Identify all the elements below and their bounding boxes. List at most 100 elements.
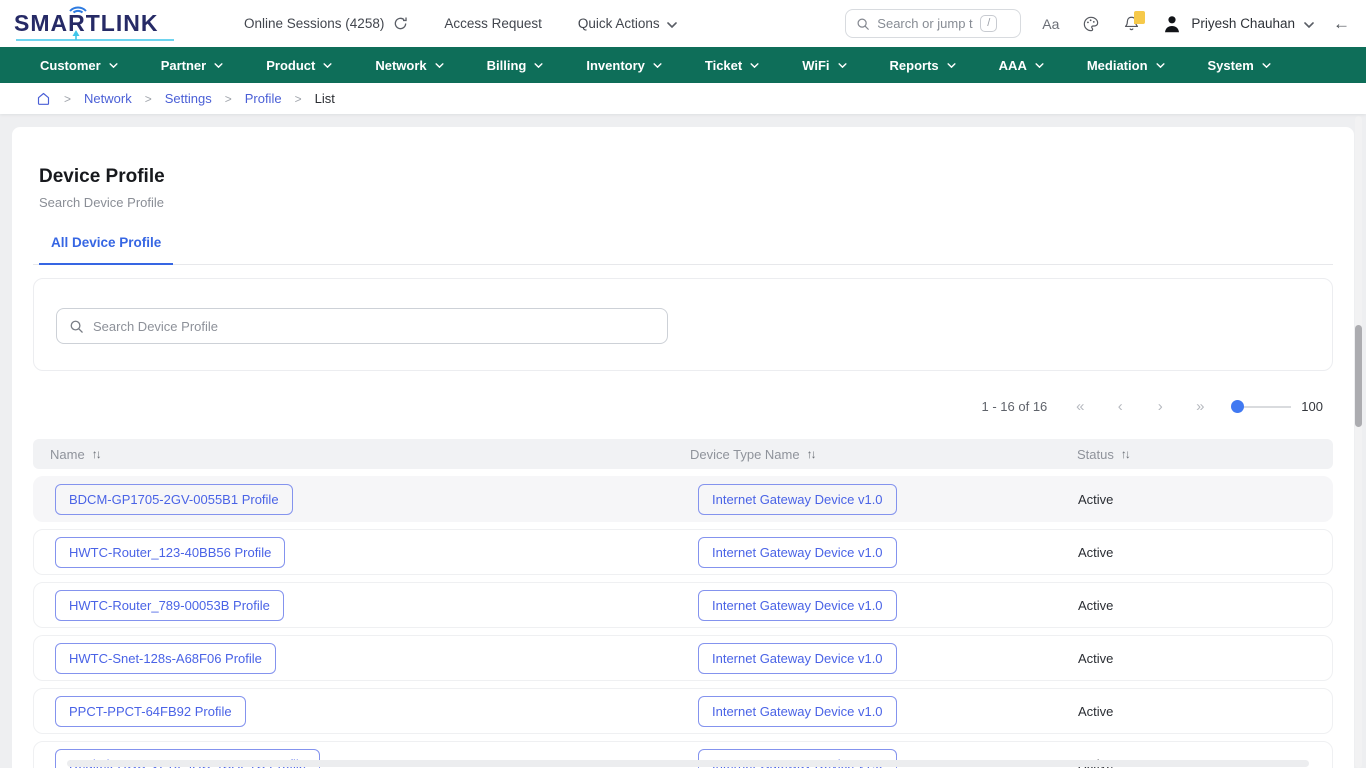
chevron-down-icon	[1304, 22, 1314, 28]
online-sessions[interactable]: Online Sessions (4258)	[244, 16, 408, 31]
name-cell: BDCM-GP1705-2GV-0055B1 Profile	[51, 484, 691, 515]
device-type-button[interactable]: Internet Gateway Device v1.0	[698, 484, 897, 515]
profile-name-button[interactable]: BDCM-GP1705-2GV-0055B1 Profile	[55, 484, 293, 515]
table-row: HWTC-Snet-128s-A68F06 Profile Internet G…	[33, 635, 1333, 681]
row-status: Active	[1078, 651, 1332, 666]
table-row: BDCM-GP1705-2GV-0055B1 Profile Internet …	[33, 476, 1333, 522]
tab-all-device-profile[interactable]: All Device Profile	[39, 235, 173, 265]
chevron-down-icon	[1035, 63, 1044, 68]
user-menu[interactable]: Priyesh Chauhan	[1162, 14, 1314, 34]
profile-name-button[interactable]: HWTC-Router_789-00053B Profile	[55, 590, 284, 621]
device-profile-table: Name ↑↓ Device Type Name ↑↓ Status ↑↓ BD…	[33, 439, 1333, 768]
row-status: Active	[1078, 545, 1332, 560]
table-row: HWTC-Router_123-40BB56 Profile Internet …	[33, 529, 1333, 575]
breadcrumb-links: Network > Settings > Profile >	[84, 91, 302, 106]
horizontal-scrollbar[interactable]	[67, 760, 1309, 767]
main-nav: Customer Partner Product Network Billing…	[0, 47, 1366, 83]
nav-item-label: Partner	[161, 58, 207, 73]
refresh-icon[interactable]	[393, 16, 408, 31]
sort-icon[interactable]: ↑↓	[92, 447, 100, 461]
slider-track	[1243, 406, 1291, 408]
notification-badge	[1134, 11, 1145, 24]
nav-item[interactable]: Inventory	[586, 58, 662, 73]
back-arrow-icon[interactable]: ←	[1333, 15, 1350, 32]
sort-icon[interactable]: ↑↓	[1121, 447, 1129, 461]
pagination-prev-button[interactable]: ‹	[1100, 398, 1140, 415]
nav-item-label: Product	[266, 58, 315, 73]
online-sessions-label: Online Sessions (4258)	[244, 16, 384, 31]
global-search-box[interactable]: /	[845, 9, 1021, 38]
content-card: Device Profile Search Device Profile All…	[12, 127, 1354, 768]
breadcrumb-separator: >	[64, 92, 71, 106]
device-profile-search-input[interactable]	[93, 319, 655, 334]
breadcrumb-separator: >	[145, 92, 152, 106]
pagination-first-button[interactable]: «	[1060, 398, 1100, 415]
column-label: Name	[50, 447, 85, 462]
chevron-down-icon	[323, 63, 332, 68]
quick-actions-menu[interactable]: Quick Actions	[578, 16, 677, 31]
nav-item[interactable]: Product	[266, 58, 332, 73]
device-profile-search-box[interactable]	[56, 308, 668, 344]
breadcrumb-link[interactable]: Network	[84, 91, 132, 106]
theme-palette-icon[interactable]	[1082, 15, 1100, 33]
device-type-button[interactable]: Internet Gateway Device v1.0	[698, 696, 897, 727]
tabs-row: All Device Profile	[33, 235, 1333, 265]
pagination-last-button[interactable]: »	[1180, 398, 1220, 415]
smartlink-logo[interactable]: SMARTLINK	[14, 12, 182, 35]
pagination-next-button[interactable]: ›	[1140, 398, 1180, 415]
column-header[interactable]: Device Type Name ↑↓	[690, 447, 1077, 462]
sort-icon[interactable]: ↑↓	[807, 447, 815, 461]
chevron-down-icon	[1262, 63, 1271, 68]
profile-name-button[interactable]: PPCT-PPCT-64FB92 Profile	[55, 696, 246, 727]
nav-item[interactable]: Partner	[161, 58, 224, 73]
slider-handle[interactable]	[1231, 400, 1244, 413]
nav-item[interactable]: Customer	[40, 58, 118, 73]
name-cell: HWTC-Router_789-00053B Profile	[51, 590, 691, 621]
nav-item-label: Ticket	[705, 58, 742, 73]
device-type-cell: Internet Gateway Device v1.0	[691, 643, 1078, 674]
profile-name-button[interactable]: HWTC-Snet-128s-A68F06 Profile	[55, 643, 276, 674]
breadcrumb: > Network > Settings > Profile > List	[0, 83, 1366, 114]
row-status: Active	[1078, 598, 1332, 613]
font-size-toggle[interactable]: Aa	[1042, 16, 1059, 32]
profile-name-button[interactable]: HWTC-Router_123-40BB56 Profile	[55, 537, 285, 568]
nav-item-label: Mediation	[1087, 58, 1148, 73]
notifications-bell-icon[interactable]	[1123, 15, 1140, 32]
table-row: HWTC-Router_789-00053B Profile Internet …	[33, 582, 1333, 628]
logo-underline	[16, 30, 176, 42]
nav-item[interactable]: Network	[375, 58, 443, 73]
column-label: Status	[1077, 447, 1114, 462]
column-header[interactable]: Name ↑↓	[50, 447, 690, 462]
nav-item[interactable]: Reports	[890, 58, 956, 73]
pagination: 1 - 16 of 16 « ‹ › » 100	[33, 398, 1333, 415]
device-type-cell: Internet Gateway Device v1.0	[691, 590, 1078, 621]
access-request-label: Access Request	[444, 16, 542, 31]
device-type-button[interactable]: Internet Gateway Device v1.0	[698, 643, 897, 674]
access-request-link[interactable]: Access Request	[444, 16, 542, 31]
breadcrumb-link[interactable]: Profile	[245, 91, 282, 106]
nav-item[interactable]: AAA	[999, 58, 1044, 73]
nav-item[interactable]: Ticket	[705, 58, 759, 73]
breadcrumb-separator: >	[295, 92, 302, 106]
name-cell: HWTC-Router_123-40BB56 Profile	[51, 537, 691, 568]
nav-item[interactable]: Billing	[487, 58, 544, 73]
user-name: Priyesh Chauhan	[1191, 16, 1295, 31]
nav-item[interactable]: WiFi	[802, 58, 846, 73]
global-search-input[interactable]	[877, 16, 973, 31]
chevron-down-icon	[109, 63, 118, 68]
home-icon[interactable]	[36, 91, 51, 106]
avatar	[1162, 14, 1182, 34]
quick-actions-label: Quick Actions	[578, 16, 660, 31]
nav-item-label: AAA	[999, 58, 1027, 73]
vertical-scrollbar-thumb[interactable]	[1355, 325, 1362, 427]
breadcrumb-link[interactable]: Settings	[165, 91, 212, 106]
nav-item[interactable]: System	[1208, 58, 1271, 73]
table-header: Name ↑↓ Device Type Name ↑↓ Status ↑↓	[33, 439, 1333, 469]
device-type-button[interactable]: Internet Gateway Device v1.0	[698, 537, 897, 568]
name-cell: HWTC-Snet-128s-A68F06 Profile	[51, 643, 691, 674]
chevron-down-icon	[947, 63, 956, 68]
wifi-icon	[67, 5, 89, 16]
column-header[interactable]: Status ↑↓	[1077, 447, 1333, 462]
nav-item[interactable]: Mediation	[1087, 58, 1165, 73]
device-type-button[interactable]: Internet Gateway Device v1.0	[698, 590, 897, 621]
